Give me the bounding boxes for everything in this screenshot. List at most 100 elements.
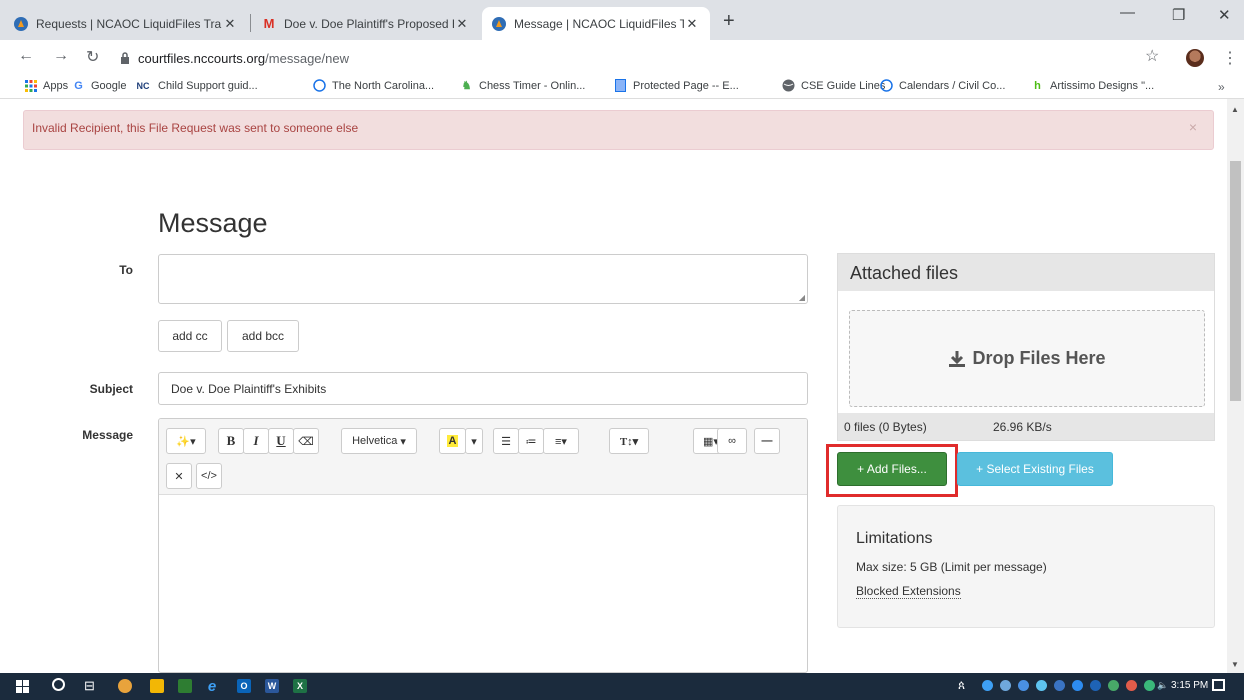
url-input[interactable]: courtfiles.nccourts.org/message/new [112,45,1192,71]
onedrive-icon[interactable] [982,680,993,691]
subject-input[interactable]: Doe v. Doe Plaintiff's Exhibits [158,372,808,405]
message-body-input[interactable] [159,495,807,672]
restore-icon[interactable]: ❐ [1172,6,1185,24]
bullet-list-icon[interactable]: ☰ [493,428,519,454]
scroll-down-icon[interactable]: ▼ [1231,660,1239,669]
numbered-list-icon[interactable]: ≔ [518,428,544,454]
scroll-up-icon[interactable]: ▲ [1231,105,1239,114]
bold-icon[interactable]: B [218,428,244,454]
subject-label: Subject [89,382,133,396]
align-icon[interactable]: ≡▾ [543,428,579,454]
page-title: Message [158,208,268,238]
bookmark-artissimo[interactable]: h Artissimo Designs "... [1031,79,1154,92]
bookmark-label: The North Carolina... [332,79,435,92]
tab-message[interactable]: Message | NCAOC LiquidFiles Tra ✕ [482,7,710,40]
add-files-button[interactable]: + Add Files... [837,452,947,486]
alert-close-icon[interactable]: × [1189,119,1197,135]
tray-app-icon[interactable] [1126,680,1137,691]
tray-app-icon[interactable] [1108,680,1119,691]
eraser-icon[interactable]: ⌫ [293,428,319,454]
bookmark-star-icon[interactable]: ☆ [1145,46,1159,66]
text-color-icon[interactable]: A [439,428,466,454]
italic-icon[interactable]: I [243,428,269,454]
max-size-text: Max size: 5 GB (Limit per message) [856,560,1047,574]
add-bcc-button[interactable]: add bcc [227,320,299,352]
code-view-icon[interactable]: </> [196,463,222,489]
excel-icon[interactable]: X [293,679,307,693]
bookmark-google[interactable]: G Google [72,79,126,92]
chrome-taskbar-icon[interactable] [118,679,132,693]
cortana-search-icon[interactable] [52,678,65,691]
alert-text: Invalid Recipient, this File Request was… [32,121,359,135]
bookmark-label: Artissimo Designs "... [1050,79,1155,92]
chrome-menu-icon[interactable]: ⋮ [1222,48,1238,68]
tray-app-icon[interactable] [1036,680,1047,691]
back-icon[interactable]: ← [18,47,34,65]
download-icon [949,350,966,367]
people-icon[interactable]: ጰ [958,678,965,693]
action-center-icon[interactable] [1212,679,1225,691]
globe-icon [880,79,893,92]
tray-app-icon[interactable] [1000,680,1011,691]
edge-icon[interactable]: e [205,678,219,695]
add-cc-button[interactable]: add cc [158,320,222,352]
bookmark-label: Google [91,79,127,92]
tab-close-icon[interactable]: ✕ [454,16,470,32]
bookmark-label: CSE Guide Lines [801,79,886,92]
tray-app-icon[interactable] [1054,680,1065,691]
taskbar-clock[interactable]: 3:15 PM [1171,680,1208,691]
reload-icon[interactable]: ↻ [86,47,99,67]
houzz-icon: h [1034,79,1041,92]
limitations-box: Limitations Max size: 5 GB (Limit per me… [837,505,1215,628]
underline-icon[interactable]: U [268,428,294,454]
bookmark-apps[interactable]: Apps [24,79,68,92]
blocked-extensions-link[interactable]: Blocked Extensions [856,584,961,599]
message-editor: ✨▾ B I U ⌫ Helvetica ▾ A ▾ ☰ ≔ ≡▾ T↕▾ ▦▾… [158,418,808,673]
store-icon[interactable] [178,679,192,693]
windows-start-icon[interactable] [16,680,29,693]
bookmark-calendars[interactable]: Calendars / Civil Co... [880,79,1005,92]
scrollbar-thumb[interactable] [1230,161,1241,401]
resize-grip-icon[interactable]: ◢ [799,293,805,302]
magic-style-icon[interactable]: ✨▾ [166,428,206,454]
select-existing-files-button[interactable]: + Select Existing Files [957,452,1113,486]
tray-app-icon[interactable] [1072,680,1083,691]
tray-app-icon[interactable] [1144,680,1155,691]
to-input[interactable]: ◢ [158,254,808,304]
task-view-icon[interactable]: ⊟ [84,678,95,694]
address-bar: ← → ↻ courtfiles.nccourts.org/message/ne… [0,40,1244,75]
page-scrollbar[interactable]: ▲ ▼ [1227,99,1244,673]
outlook-icon[interactable]: O [237,679,251,693]
bookmark-chess-timer[interactable]: ♞ Chess Timer - Onlin... [460,79,586,93]
tray-app-icon[interactable] [1090,680,1101,691]
volume-icon[interactable]: 🔈 [1157,680,1168,691]
browser-tab-strip: Requests | NCAOC LiquidFiles Tra ✕ M Doe… [0,0,1244,40]
profile-avatar[interactable] [1186,49,1204,67]
font-select[interactable]: Helvetica ▾ [341,428,417,454]
tab-close-icon[interactable]: ✕ [684,16,700,32]
attached-files-panel: Attached files Drop Files Here 0 files (… [837,253,1215,441]
forward-icon[interactable]: → [53,47,69,65]
bookmark-cse-guide[interactable]: CSE Guide Lines [782,79,885,92]
bookmarks-overflow-icon[interactable]: » [1218,80,1225,94]
window-close-icon[interactable]: ✕ [1218,6,1231,24]
bookmark-protected-page[interactable]: Protected Page -- E... [614,79,739,92]
bookmark-north-carolina[interactable]: The North Carolina... [313,79,434,92]
font-size-icon[interactable]: T↕▾ [609,428,649,454]
minimize-icon[interactable]: — [1120,4,1135,21]
word-icon[interactable]: W [265,679,279,693]
link-icon[interactable]: ∞ [717,428,747,454]
limitations-title: Limitations [856,530,933,547]
fullscreen-icon[interactable]: ✕ [166,463,192,489]
bookmark-label: Protected Page -- E... [633,79,739,92]
new-tab-icon[interactable]: + [723,10,735,33]
tray-app-icon[interactable] [1018,680,1029,691]
tab-requests[interactable]: Requests | NCAOC LiquidFiles Tra ✕ [4,7,248,40]
drop-zone[interactable]: Drop Files Here [849,310,1205,407]
bookmark-child-support[interactable]: NC Child Support guid... [134,79,258,92]
tab-gmail[interactable]: M Doe v. Doe Plaintiff's Proposed E ✕ [252,7,480,40]
file-explorer-icon[interactable] [150,679,164,693]
tab-close-icon[interactable]: ✕ [222,16,238,32]
horizontal-rule-icon[interactable]: — [754,428,780,454]
color-dropdown-icon[interactable]: ▾ [465,428,483,454]
